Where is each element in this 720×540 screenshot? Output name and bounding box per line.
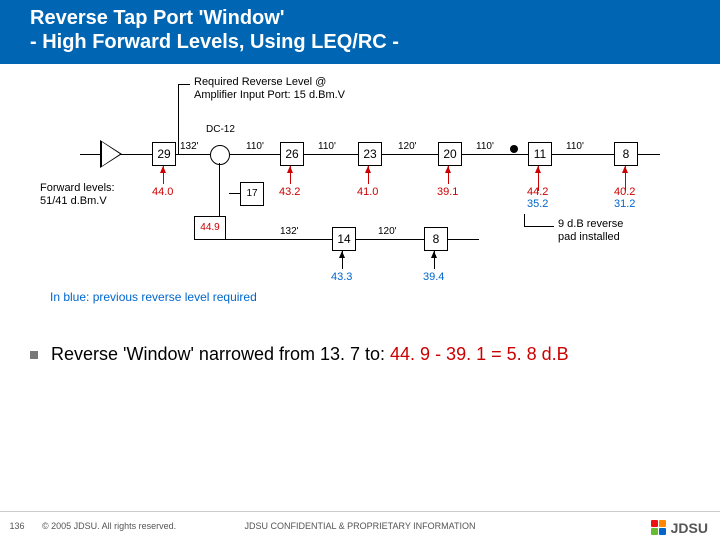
- level-value: 39.4: [423, 271, 444, 283]
- level-value: 44.235.2: [527, 186, 548, 210]
- arrow-icon: [287, 166, 293, 173]
- brand-text: JDSU: [671, 520, 708, 536]
- cable-length: 132': [280, 226, 299, 237]
- tap-26: 26: [280, 142, 304, 166]
- cable-length: 120': [398, 141, 417, 152]
- cable-length: 110': [566, 141, 584, 152]
- brand-logo: JDSU: [651, 520, 708, 536]
- window-low-box: 44.9: [194, 216, 226, 240]
- copyright: © 2005 JDSU. All rights reserved.: [42, 521, 176, 531]
- forward-levels-label: Forward levels:51/41 d.Bm.V: [40, 182, 115, 208]
- required-level-note: Required Reverse Level @Amplifier Input …: [194, 76, 345, 102]
- blue-legend: In blue: previous reverse level required: [50, 290, 257, 304]
- bullet-icon: [30, 351, 38, 359]
- summary-bullet: Reverse 'Window' narrowed from 13. 7 to:…: [0, 334, 720, 375]
- cable-length: 110': [476, 141, 494, 152]
- slide-footer: 136 © 2005 JDSU. All rights reserved. JD…: [0, 511, 720, 540]
- amplifier-icon: [100, 140, 122, 168]
- bullet-result: 44. 9 - 39. 1 = 5. 8 d.B: [390, 344, 569, 364]
- arrow-icon: [445, 166, 451, 173]
- confidential-label: JDSU CONFIDENTIAL & PROPRIETARY INFORMAT…: [244, 521, 475, 531]
- arrow-icon: [160, 166, 166, 173]
- arrow-icon: [535, 166, 541, 173]
- cable-length: 132': [180, 141, 199, 152]
- level-value: 44.0: [152, 186, 173, 198]
- network-diagram: Required Reverse Level @Amplifier Input …: [0, 74, 720, 334]
- tap-23: 23: [358, 142, 382, 166]
- level-value: 39.1: [437, 186, 458, 198]
- splitter-icon: [210, 145, 230, 165]
- level-value: 43.3: [331, 271, 352, 283]
- bullet-text: Reverse 'Window' narrowed from 13. 7 to:: [51, 344, 390, 364]
- node-dot: [510, 145, 518, 153]
- level-value: 40.231.2: [614, 186, 635, 210]
- tap-8: 8: [614, 142, 638, 166]
- cable-length: 120': [378, 226, 397, 237]
- slide-title: Reverse Tap Port 'Window' - High Forward…: [0, 0, 720, 64]
- tap-29: 29: [152, 142, 176, 166]
- page-number: 136: [0, 521, 34, 531]
- tap-8-b: 8: [424, 227, 448, 251]
- level-value: 41.0: [357, 186, 378, 198]
- title-line1: Reverse Tap Port 'Window': [30, 6, 690, 30]
- arrow-icon: [622, 166, 628, 173]
- level-value: 43.2: [279, 186, 300, 198]
- cable-length: 110': [318, 141, 336, 152]
- tap-11: 11: [528, 142, 552, 166]
- cable-length: 110': [246, 141, 264, 152]
- title-line2: - High Forward Levels, Using LEQ/RC -: [30, 30, 690, 54]
- tap-14: 14: [332, 227, 356, 251]
- dc-label: DC-12: [206, 124, 235, 135]
- arrow-icon: [339, 251, 345, 258]
- arrow-icon: [365, 166, 371, 173]
- pad-note: 9 d.B reversepad installed: [558, 218, 623, 244]
- arrow-icon: [431, 251, 437, 258]
- tap-20: 20: [438, 142, 462, 166]
- logo-icon: [651, 520, 667, 536]
- equalizer-box: 17: [240, 182, 264, 206]
